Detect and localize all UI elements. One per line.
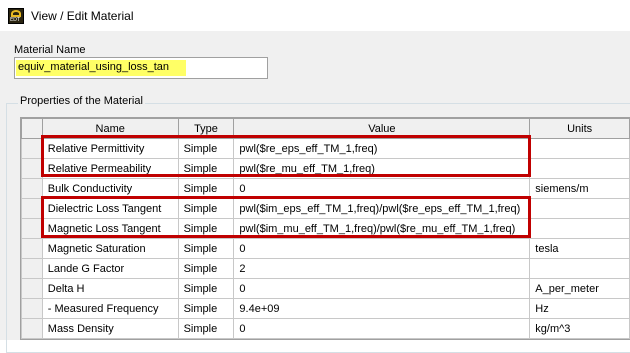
cell-type[interactable]: Simple <box>177 258 235 279</box>
row-selector[interactable] <box>21 178 43 199</box>
cell-value[interactable]: pwl($re_eps_eff_TM_1,freq) <box>233 138 531 159</box>
column-header-name[interactable]: Name <box>41 118 179 139</box>
cell-name[interactable]: Lande G Factor <box>41 258 179 279</box>
cell-units[interactable] <box>529 198 630 219</box>
app-logo-icon: EDT <box>8 8 24 24</box>
table-row[interactable]: Magnetic Loss Tangent Simple pwl($im_mu_… <box>21 218 630 239</box>
cell-value[interactable]: 2 <box>233 258 531 279</box>
cell-value[interactable]: 0 <box>233 178 531 199</box>
row-selector[interactable] <box>21 258 43 279</box>
table-row[interactable]: Lande G Factor Simple 2 <box>21 258 630 279</box>
material-name-label-text: Material Name <box>14 44 86 56</box>
row-selector-header <box>21 118 43 139</box>
header-row: Name Type Value Units <box>21 118 630 139</box>
column-header-value[interactable]: Value <box>233 118 531 139</box>
cell-value[interactable]: 0 <box>233 318 531 339</box>
material-name-input[interactable]: equiv_material_using_loss_tan <box>14 57 268 79</box>
cell-units[interactable] <box>529 258 630 279</box>
cell-type[interactable]: Simple <box>177 198 235 219</box>
cell-units[interactable] <box>529 138 630 159</box>
cell-units[interactable]: siemens/m <box>529 178 630 199</box>
table-row[interactable]: - Measured Frequency Simple 9.4e+09 Hz <box>21 298 630 319</box>
row-selector[interactable] <box>21 198 43 219</box>
cell-type[interactable]: Simple <box>177 178 235 199</box>
cell-value[interactable]: 0 <box>233 238 531 259</box>
app-logo-text: EDT <box>10 17 21 23</box>
cell-value[interactable]: pwl($re_mu_eff_TM_1,freq) <box>233 158 531 179</box>
cell-units[interactable]: tesla <box>529 238 630 259</box>
row-selector[interactable] <box>21 298 43 319</box>
table-row[interactable]: Magnetic Saturation Simple 0 tesla <box>21 238 630 259</box>
cell-units[interactable] <box>529 218 630 239</box>
dialog-body: Material Name equiv_material_using_loss_… <box>0 31 630 353</box>
cell-name[interactable]: Relative Permeability <box>41 158 179 179</box>
cell-name[interactable]: Magnetic Saturation <box>41 238 179 259</box>
row-selector[interactable] <box>21 318 43 339</box>
table-row[interactable]: Dielectric Loss Tangent Simple pwl($im_e… <box>21 198 630 219</box>
row-selector[interactable] <box>21 158 43 179</box>
table-row[interactable]: Relative Permittivity Simple pwl($re_eps… <box>21 138 630 159</box>
cell-value[interactable]: 0 <box>233 278 531 299</box>
material-name-label: Material Name <box>14 44 86 56</box>
cell-name[interactable]: - Measured Frequency <box>41 298 179 319</box>
material-name-value: equiv_material_using_loss_tan <box>18 61 170 73</box>
cell-value[interactable]: 9.4e+09 <box>233 298 531 319</box>
cell-type[interactable]: Simple <box>177 218 235 239</box>
cell-name[interactable]: Delta H <box>41 278 179 299</box>
cell-units[interactable] <box>529 158 630 179</box>
cell-name[interactable]: Dielectric Loss Tangent <box>41 198 179 219</box>
app-logo-glyph <box>11 10 21 17</box>
row-selector[interactable] <box>21 278 43 299</box>
table-row[interactable]: Mass Density Simple 0 kg/m^3 <box>21 318 630 339</box>
cell-name[interactable]: Bulk Conductivity <box>41 178 179 199</box>
row-selector[interactable] <box>21 138 43 159</box>
cell-type[interactable]: Simple <box>177 278 235 299</box>
cell-type[interactable]: Simple <box>177 298 235 319</box>
cell-units[interactable]: kg/m^3 <box>529 318 630 339</box>
window-title: View / Edit Material <box>31 9 134 23</box>
cell-value[interactable]: pwl($im_eps_eff_TM_1,freq)/pwl($re_eps_e… <box>233 198 531 219</box>
table-row[interactable]: Delta H Simple 0 A_per_meter <box>21 278 630 299</box>
properties-group-label: Properties of the Material <box>18 95 145 107</box>
title-bar: EDT View / Edit Material <box>0 0 630 31</box>
cell-units[interactable]: A_per_meter <box>529 278 630 299</box>
row-selector[interactable] <box>21 218 43 239</box>
column-header-type[interactable]: Type <box>177 118 235 139</box>
cell-name[interactable]: Mass Density <box>41 318 179 339</box>
table-row[interactable]: Relative Permeability Simple pwl($re_mu_… <box>21 158 630 179</box>
cell-value[interactable]: pwl($im_mu_eff_TM_1,freq)/pwl($re_mu_eff… <box>233 218 531 239</box>
properties-grid[interactable]: Name Type Value Units Relative Permittiv… <box>20 117 630 340</box>
table-row[interactable]: Bulk Conductivity Simple 0 siemens/m <box>21 178 630 199</box>
cell-units[interactable]: Hz <box>529 298 630 319</box>
column-header-units[interactable]: Units <box>529 118 630 139</box>
cell-type[interactable]: Simple <box>177 238 235 259</box>
cell-type[interactable]: Simple <box>177 318 235 339</box>
properties-table: Name Type Value Units Relative Permittiv… <box>21 118 630 339</box>
cell-name[interactable]: Magnetic Loss Tangent <box>41 218 179 239</box>
cell-name[interactable]: Relative Permittivity <box>41 138 179 159</box>
cell-type[interactable]: Simple <box>177 158 235 179</box>
row-selector[interactable] <box>21 238 43 259</box>
cell-type[interactable]: Simple <box>177 138 235 159</box>
